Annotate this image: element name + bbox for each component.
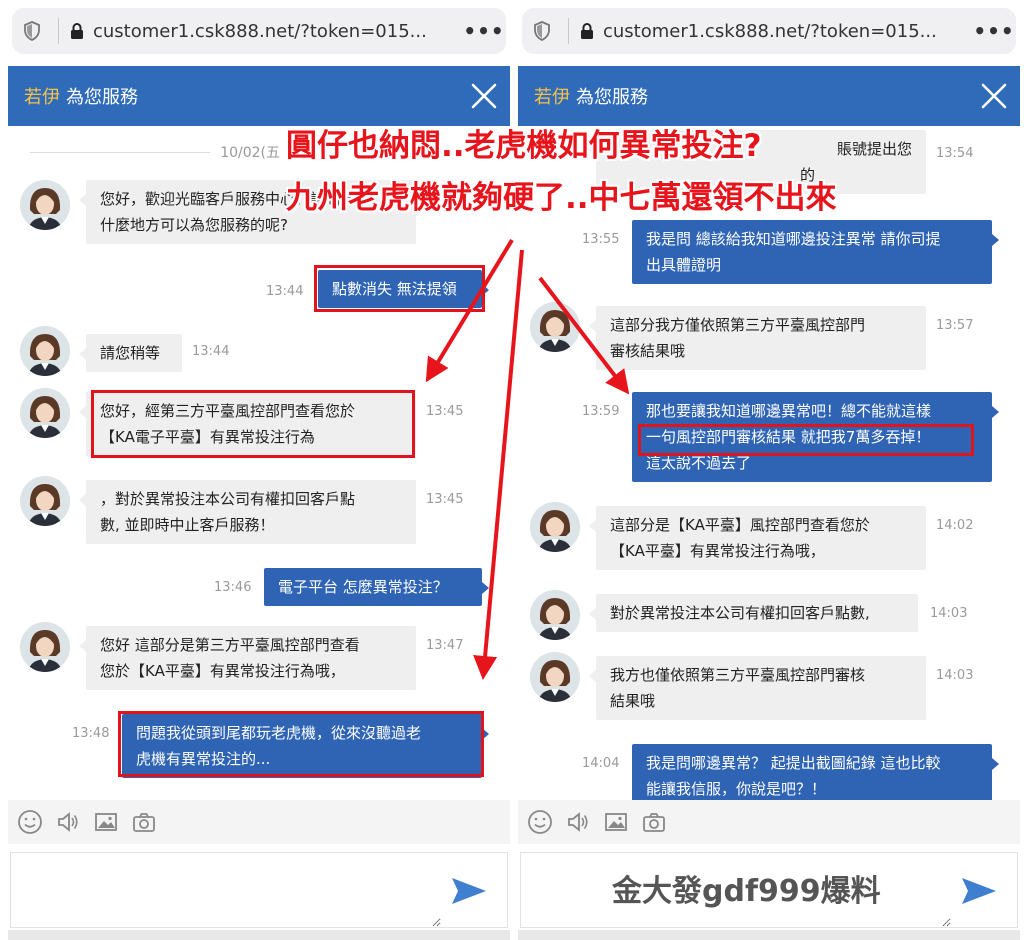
message-line: 結果哦 bbox=[610, 692, 656, 710]
message-bubble: 請您稍等 bbox=[79, 334, 182, 372]
highlight-box bbox=[91, 390, 415, 458]
url-text[interactable]: customer1.csk888.net/?token=015... bbox=[93, 21, 462, 42]
highlight-box bbox=[118, 711, 484, 777]
message-time: 13:44 bbox=[192, 344, 230, 359]
message-line: 審核結果哦 bbox=[610, 342, 686, 360]
message-time: 14:03 bbox=[930, 606, 968, 621]
agent-name: 若伊 bbox=[534, 87, 570, 108]
date-divider-text: 10/02(五 bbox=[220, 145, 280, 161]
message-bubble-outgoing: 我是問 總該給我知道哪邊投注異常 請你司提 出具體證明 bbox=[632, 220, 999, 284]
lock-icon bbox=[69, 22, 85, 40]
agent-name: 若伊 bbox=[24, 87, 60, 108]
message-input[interactable] bbox=[11, 853, 441, 927]
message-bubble-outgoing: 電子平台 怎麼異常投注？ bbox=[264, 568, 489, 606]
annotation-caption-1: 圓仔也納悶..老虎機如何異常投注? bbox=[286, 128, 762, 164]
agent-avatar bbox=[530, 590, 580, 640]
chat-toolbar bbox=[518, 800, 1020, 844]
message-time: 13:57 bbox=[936, 318, 974, 333]
message-time: 13:55 bbox=[582, 232, 620, 247]
highlight-box bbox=[314, 265, 485, 312]
message-line: 這部分我方僅依照第三方平臺風控部門 bbox=[610, 316, 866, 334]
url-separator bbox=[58, 18, 59, 44]
message-bubble: 這部分我方僅依照第三方平臺風控部門 審核結果哦 bbox=[589, 306, 926, 370]
more-dots-icon[interactable]: ••• bbox=[462, 19, 506, 43]
chat-header: 若伊 為您服務 bbox=[8, 66, 510, 126]
close-icon[interactable] bbox=[468, 80, 500, 112]
message-time: 14:03 bbox=[936, 668, 974, 683]
bottom-bar bbox=[8, 930, 510, 940]
message-line: 數, 並即時中止客戶服務！ bbox=[100, 516, 275, 534]
image-icon[interactable] bbox=[92, 808, 120, 836]
message-line: 【KA平臺】有異常投注行為哦， bbox=[610, 542, 825, 560]
agent-avatar bbox=[20, 476, 70, 526]
send-arrow-icon[interactable] bbox=[959, 875, 999, 907]
chat-header: 若伊 為您服務 bbox=[518, 66, 1020, 126]
message-bubble: 對於異常投注本公司有權扣回客戶點數, bbox=[589, 594, 918, 632]
browser-url-bar[interactable]: customer1.csk888.net/?token=015... ••• bbox=[12, 8, 506, 54]
message-time: 13:48 bbox=[72, 726, 110, 741]
message-time: 13:45 bbox=[426, 404, 464, 419]
message-time: 13:46 bbox=[214, 580, 252, 595]
send-arrow-icon[interactable] bbox=[449, 875, 489, 907]
smiley-icon[interactable] bbox=[16, 808, 44, 836]
annotation-caption-2: 九州老虎機就夠硬了..中七萬還領不出來 bbox=[286, 180, 837, 216]
url-separator bbox=[568, 18, 569, 44]
shield-icon[interactable] bbox=[522, 21, 562, 41]
message-time: 13:45 bbox=[426, 492, 464, 507]
message-time: 13:54 bbox=[936, 146, 974, 161]
message-line: 我是問 總該給我知道哪邊投注異常 請你司提 bbox=[646, 230, 941, 248]
message-line: 電子平台 怎麼異常投注？ bbox=[278, 578, 448, 596]
message-bubble: 您好 這部分是第三方平臺風控部門查看 您於【KA平臺】有異常投注行為哦， bbox=[79, 626, 416, 690]
speaker-icon[interactable] bbox=[54, 808, 82, 836]
camera-icon[interactable] bbox=[640, 808, 668, 836]
watermark: 金大發gdf999爆料 bbox=[612, 874, 881, 909]
message-line: 對於異常投注本公司有權扣回客戶點數, bbox=[610, 604, 870, 622]
message-line: 那也要讓我知道哪邊異常吧！總不能就這樣 bbox=[646, 402, 932, 420]
highlight-box bbox=[638, 424, 974, 456]
message-bubble: 我方也僅依照第三方平臺風控部門審核 結果哦 bbox=[589, 656, 926, 720]
message-bubble: 這部分是【KA平臺】風控部門查看您於 【KA平臺】有異常投注行為哦， bbox=[589, 506, 926, 570]
lock-icon bbox=[579, 22, 595, 40]
agent-avatar bbox=[20, 326, 70, 376]
camera-icon[interactable] bbox=[130, 808, 158, 836]
more-dots-icon[interactable]: ••• bbox=[972, 19, 1016, 43]
message-bubble: ，對於異常投注本公司有權扣回客戶點 數, 並即時中止客戶服務！ bbox=[79, 480, 416, 544]
composer bbox=[10, 852, 508, 928]
message-line: 我是問哪邊異常？ 起提出截圖紀錄 這也比較 bbox=[646, 754, 941, 772]
message-line: 出具體證明 bbox=[646, 256, 722, 274]
url-text[interactable]: customer1.csk888.net/?token=015... bbox=[603, 21, 972, 42]
message-line: 我方也僅依照第三方平臺風控部門審核 bbox=[610, 666, 866, 684]
message-bubble-outgoing: 我是問哪邊異常？ 起提出截圖紀錄 這也比較 能讓我信服，你說是吧？！ bbox=[632, 744, 999, 808]
agent-avatar bbox=[20, 622, 70, 672]
header-service-text: 為您服務 bbox=[66, 87, 138, 108]
date-divider: 10/02(五 bbox=[30, 142, 280, 162]
agent-avatar bbox=[530, 502, 580, 552]
message-line: 請您稍等 bbox=[100, 344, 161, 362]
chat-toolbar bbox=[8, 800, 510, 844]
agent-avatar bbox=[20, 180, 70, 230]
message-time: 13:59 bbox=[582, 404, 620, 419]
message-time: 14:04 bbox=[582, 756, 620, 771]
message-line: 能讓我信服，你說是吧？！ bbox=[646, 780, 827, 798]
close-icon[interactable] bbox=[978, 80, 1010, 112]
message-time: 13:47 bbox=[426, 638, 464, 653]
message-line: ，對於異常投注本公司有權扣回客戶點 bbox=[100, 490, 356, 508]
shield-icon[interactable] bbox=[12, 21, 52, 41]
message-line: 您於【KA平臺】有異常投注行為哦， bbox=[100, 662, 345, 680]
smiley-icon[interactable] bbox=[526, 808, 554, 836]
message-line: 這部分是【KA平臺】風控部門查看您於 bbox=[610, 516, 870, 534]
browser-url-bar[interactable]: customer1.csk888.net/?token=015... ••• bbox=[522, 8, 1016, 54]
speaker-icon[interactable] bbox=[564, 808, 592, 836]
message-line: 您好 這部分是第三方平臺風控部門查看 bbox=[100, 636, 360, 654]
agent-avatar bbox=[530, 302, 580, 352]
header-service-text: 為您服務 bbox=[576, 87, 648, 108]
agent-avatar bbox=[20, 388, 70, 438]
message-time: 13:44 bbox=[266, 284, 304, 299]
bottom-bar bbox=[518, 930, 1020, 940]
agent-avatar bbox=[530, 652, 580, 702]
message-time: 14:02 bbox=[936, 518, 974, 533]
image-icon[interactable] bbox=[602, 808, 630, 836]
